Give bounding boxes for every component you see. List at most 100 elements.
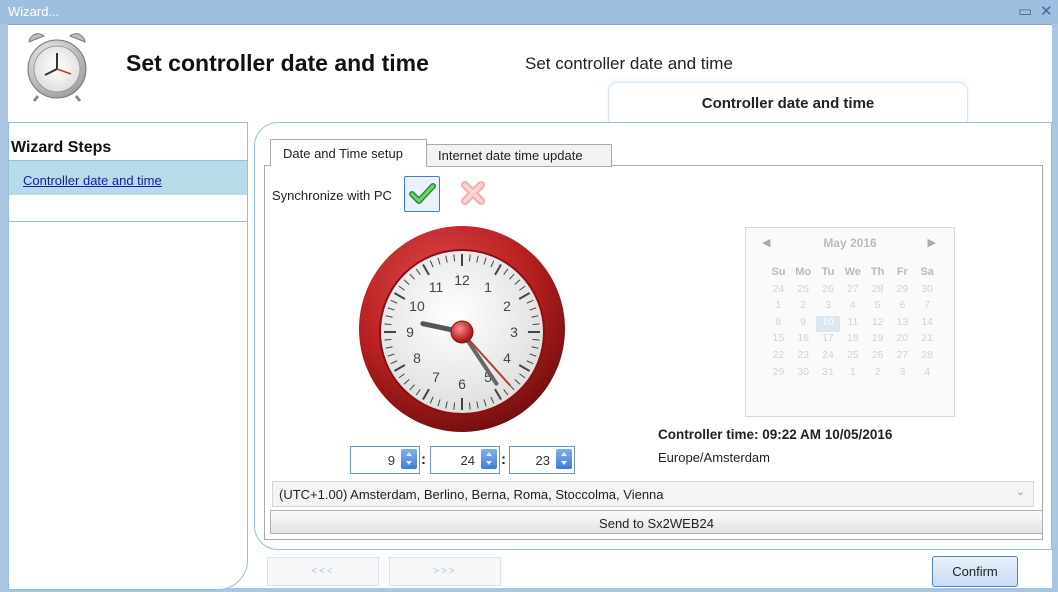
weekday-label: We [844, 266, 861, 278]
page-subtitle: Set controller date and time [525, 54, 733, 73]
confirm-button-label: Confirm [952, 564, 998, 579]
calendar-day[interactable]: 6 [890, 299, 915, 316]
sync-accept-button[interactable] [404, 176, 440, 212]
tab-label: Date and Time setup [283, 146, 403, 161]
weekday-label: Th [870, 266, 885, 278]
analog-clock: 12 1234567891011 [359, 226, 565, 432]
send-button[interactable]: Send to Sx2WEB24 [270, 510, 1043, 534]
spinner-arrows-icon[interactable] [481, 449, 497, 469]
calendar-day[interactable]: 1 [766, 299, 791, 316]
minutes-value: 24 [460, 453, 475, 468]
calendar-day[interactable]: 16 [791, 332, 816, 349]
clock-number: 4 [503, 350, 511, 366]
calendar-day[interactable]: 17 [816, 332, 841, 349]
clock-number: 9 [406, 324, 414, 340]
calendar-day[interactable]: 11 [840, 316, 865, 333]
prev-step-button[interactable]: <<< [267, 557, 379, 586]
calendar-day[interactable]: 13 [890, 316, 915, 333]
window-frame-right [1052, 24, 1058, 592]
hours-value: 9 [387, 453, 395, 468]
spinner-arrows-icon[interactable] [556, 449, 572, 469]
calendar-day[interactable]: 18 [840, 332, 865, 349]
seconds-stepper[interactable]: 23 [509, 446, 575, 474]
time-separator: : [421, 451, 426, 468]
calendar-day[interactable]: 27 [890, 349, 915, 366]
calendar-day[interactable]: 3 [816, 299, 841, 316]
prev-step-label: <<< [311, 566, 335, 577]
time-separator: : [501, 451, 506, 468]
timezone-select-value: (UTC+1.00) Amsterdam, Berlino, Berna, Ro… [279, 487, 664, 502]
page-title: Set controller date and time [126, 50, 429, 76]
calendar-day[interactable]: 19 [865, 332, 890, 349]
calendar-day[interactable]: 14 [915, 316, 940, 333]
calendar-day[interactable]: 28 [915, 349, 940, 366]
calendar-day[interactable]: 1 [840, 366, 865, 383]
clock-number: 7 [432, 369, 440, 385]
clock-center-cap [450, 320, 474, 344]
clock-number: 6 [458, 376, 466, 392]
sync-reject-button[interactable] [456, 176, 490, 210]
calendar-day[interactable]: 2 [865, 366, 890, 383]
calendar-day[interactable]: 22 [766, 349, 791, 366]
wizard-steps-title: Wizard Steps [11, 139, 112, 156]
hours-stepper[interactable]: 9 [350, 446, 420, 474]
close-icon[interactable]: ✕ [1040, 2, 1053, 20]
calendar-day[interactable]: 12 [865, 316, 890, 333]
confirm-button[interactable]: Confirm [932, 556, 1018, 587]
current-step-label: Controller date and time [701, 95, 875, 112]
window-frame-left [0, 24, 8, 592]
calendar-day[interactable]: 29 [890, 283, 915, 300]
cross-icon [461, 181, 485, 205]
calendar-day[interactable]: 30 [791, 366, 816, 383]
calendar-day[interactable]: 20 [890, 332, 915, 349]
calendar-day[interactable]: 15 [766, 332, 791, 349]
calendar-day[interactable]: 29 [766, 366, 791, 383]
calendar-day[interactable]: 7 [915, 299, 940, 316]
wizard-step-item[interactable]: Controller date and time [9, 161, 247, 195]
divider [9, 221, 247, 222]
clock-number: 12 [454, 272, 470, 288]
calendar-day[interactable]: 25 [840, 349, 865, 366]
tab-label: Internet date time update [438, 148, 583, 163]
tab-date-time-setup[interactable]: Date and Time setup [270, 139, 427, 167]
calendar-day[interactable]: 28 [865, 283, 890, 300]
calendar-day[interactable]: 10 [815, 315, 841, 333]
calendar-day[interactable]: 23 [791, 349, 816, 366]
calendar-day[interactable]: 27 [840, 283, 865, 300]
spinner-arrows-icon[interactable] [401, 449, 417, 469]
calendar-day[interactable]: 24 [816, 349, 841, 366]
weekday-label: Sa [920, 266, 934, 278]
calendar-day[interactable]: 31 [816, 366, 841, 383]
restore-icon[interactable]: ▭ [1018, 2, 1032, 20]
calendar-day[interactable]: 9 [791, 316, 816, 333]
send-button-label: Send to Sx2WEB24 [599, 516, 714, 531]
next-month-icon[interactable]: ▶ [928, 236, 936, 249]
calendar-day[interactable]: 26 [865, 349, 890, 366]
calendar-day[interactable]: 4 [840, 299, 865, 316]
calendar-day[interactable]: 5 [865, 299, 890, 316]
calendar-grid: Su Mo Tu We Th Fr Sa 24 25 26 27 28 29 30 1 2 3 4 5 6 7 8 9 10 1… [766, 266, 940, 382]
wizard-steps-panel: Wizard Steps Controller date and time [8, 122, 248, 590]
calendar-day[interactable]: 2 [791, 299, 816, 316]
calendar-day[interactable]: 4 [915, 366, 940, 383]
clock-number: 1 [484, 279, 492, 295]
clock-number: 8 [413, 350, 421, 366]
calendar-day[interactable]: 25 [791, 283, 816, 300]
wizard-step-link[interactable]: Controller date and time [23, 173, 162, 188]
tab-internet-date-time[interactable]: Internet date time update [425, 144, 612, 167]
calendar-day[interactable]: 24 [766, 283, 791, 300]
clock-number: 2 [503, 298, 511, 314]
calendar-day[interactable]: 8 [766, 316, 791, 333]
calendar-day[interactable]: 21 [915, 332, 940, 349]
timezone-select[interactable]: (UTC+1.00) Amsterdam, Berlino, Berna, Ro… [272, 481, 1034, 507]
window-title: Wizard... [8, 4, 60, 19]
calendar-day[interactable]: 26 [816, 283, 841, 300]
calendar-day[interactable]: 3 [890, 366, 915, 383]
calendar-header: ◀ May 2016 ▶ [746, 236, 954, 252]
checkmark-icon [409, 183, 436, 204]
minutes-stepper[interactable]: 24 [430, 446, 500, 474]
calendar: ◀ May 2016 ▶ Su Mo Tu We Th Fr Sa 24 25 26 27 28 29 3… [745, 227, 955, 417]
weekday-label: Mo [795, 266, 812, 278]
calendar-day[interactable]: 30 [915, 283, 940, 300]
next-step-button[interactable]: >>> [389, 557, 501, 586]
